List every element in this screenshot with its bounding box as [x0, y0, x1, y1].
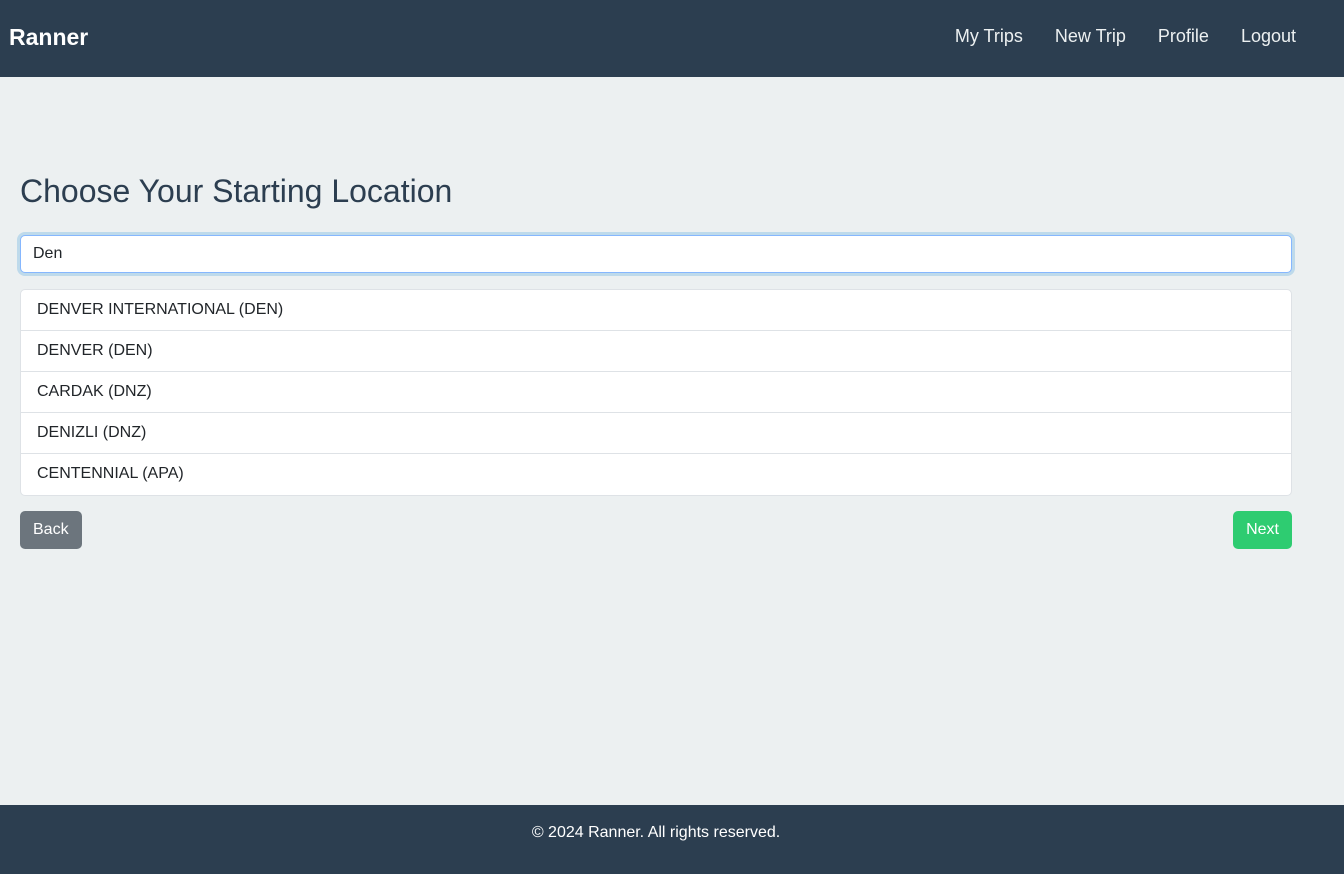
nav-link-new-trip[interactable]: New Trip [1055, 26, 1126, 47]
page-title: Choose Your Starting Location [20, 173, 453, 209]
back-button[interactable]: Back [20, 511, 82, 549]
copyright-text: © 2024 Ranner. All rights reserved. [531, 824, 781, 841]
suggestion-item[interactable]: CENTENNIAL (APA) [21, 454, 1291, 495]
nav-link-profile[interactable]: Profile [1158, 26, 1209, 47]
brand-logo[interactable]: Ranner [9, 24, 88, 51]
location-suggestions-list: DENVER INTERNATIONAL (DEN) DENVER (DEN) … [20, 289, 1292, 496]
top-navbar: Ranner My Trips New Trip Profile Logout [0, 0, 1344, 77]
suggestion-item[interactable]: DENVER (DEN) [21, 331, 1291, 372]
nav-links: My Trips New Trip Profile Logout [955, 26, 1296, 47]
location-search-input[interactable] [20, 235, 1292, 273]
suggestion-item[interactable]: CARDAK (DNZ) [21, 372, 1291, 413]
next-button[interactable]: Next [1233, 511, 1292, 549]
nav-link-my-trips[interactable]: My Trips [955, 26, 1023, 47]
suggestion-item[interactable]: DENIZLI (DNZ) [21, 413, 1291, 454]
page-footer: © 2024 Ranner. All rights reserved. [0, 805, 1344, 874]
nav-link-logout[interactable]: Logout [1241, 26, 1296, 47]
suggestion-item[interactable]: DENVER INTERNATIONAL (DEN) [21, 290, 1291, 331]
